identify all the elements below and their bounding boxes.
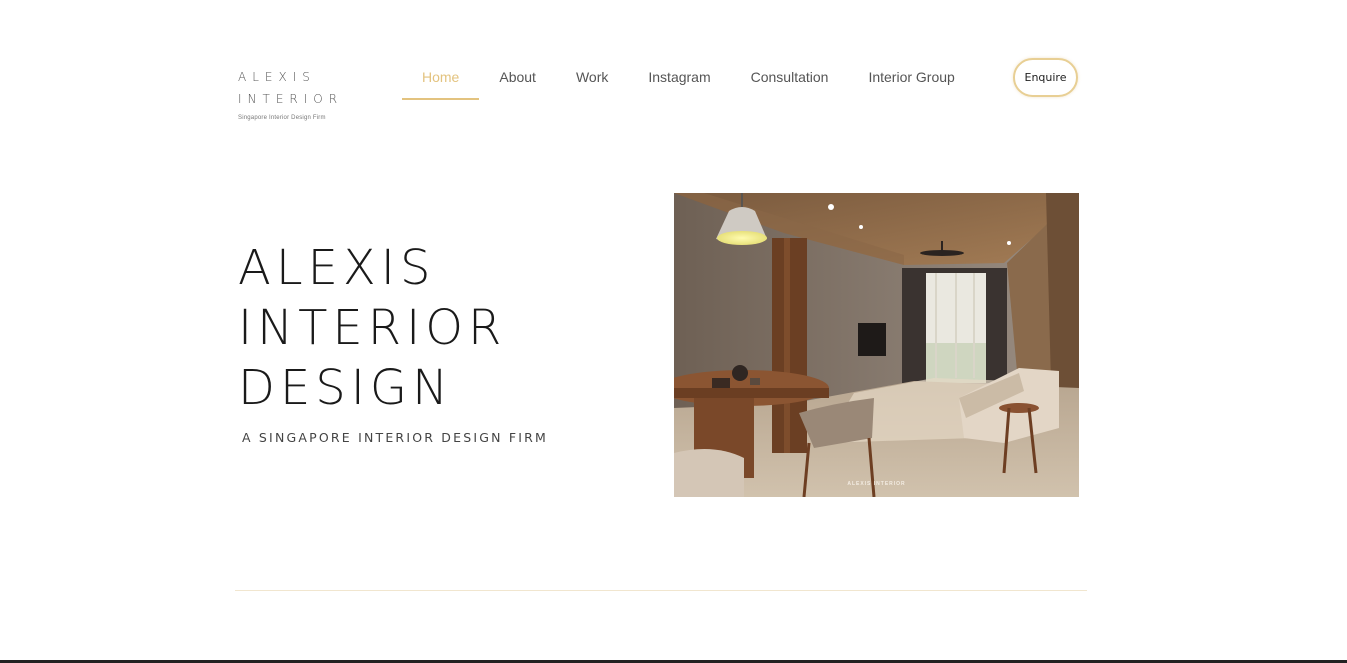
hero-title-line-1: ALEXIS bbox=[238, 240, 436, 296]
hero-title-line-2: INTERIOR bbox=[238, 300, 507, 356]
nav-item-consultation[interactable]: Consultation bbox=[731, 58, 849, 100]
hero-title-line-3: DESIGN bbox=[238, 360, 454, 416]
nav-item-home[interactable]: Home bbox=[402, 58, 480, 100]
photo-watermark: ALEXIS INTERIOR bbox=[847, 481, 906, 487]
nav-item-about[interactable]: About bbox=[479, 58, 556, 100]
nav-item-work[interactable]: Work bbox=[556, 58, 628, 100]
nav-item-interior-group[interactable]: Interior Group bbox=[848, 58, 974, 100]
logo-tagline: Singapore Interior Design Firm bbox=[238, 115, 326, 121]
logo-line-2: INTERIOR bbox=[238, 92, 344, 106]
site-logo[interactable]: ALEXIS INTERIOR Singapore Interior Desig… bbox=[238, 66, 348, 121]
section-divider bbox=[235, 590, 1087, 591]
logo-line-1: ALEXIS bbox=[238, 70, 316, 84]
hero-subtitle: A SINGAPORE INTERIOR DESIGN FIRM bbox=[242, 430, 549, 445]
hero-title: ALEXIS INTERIOR DESIGN bbox=[238, 238, 506, 418]
nav-item-instagram[interactable]: Instagram bbox=[628, 58, 730, 100]
main-nav: Home About Work Instagram Consultation I… bbox=[402, 58, 975, 102]
enquire-button[interactable]: Enquire bbox=[1013, 58, 1078, 97]
hero-interior-photo: ALEXIS INTERIOR bbox=[674, 193, 1079, 497]
interior-illustration bbox=[674, 193, 1079, 497]
